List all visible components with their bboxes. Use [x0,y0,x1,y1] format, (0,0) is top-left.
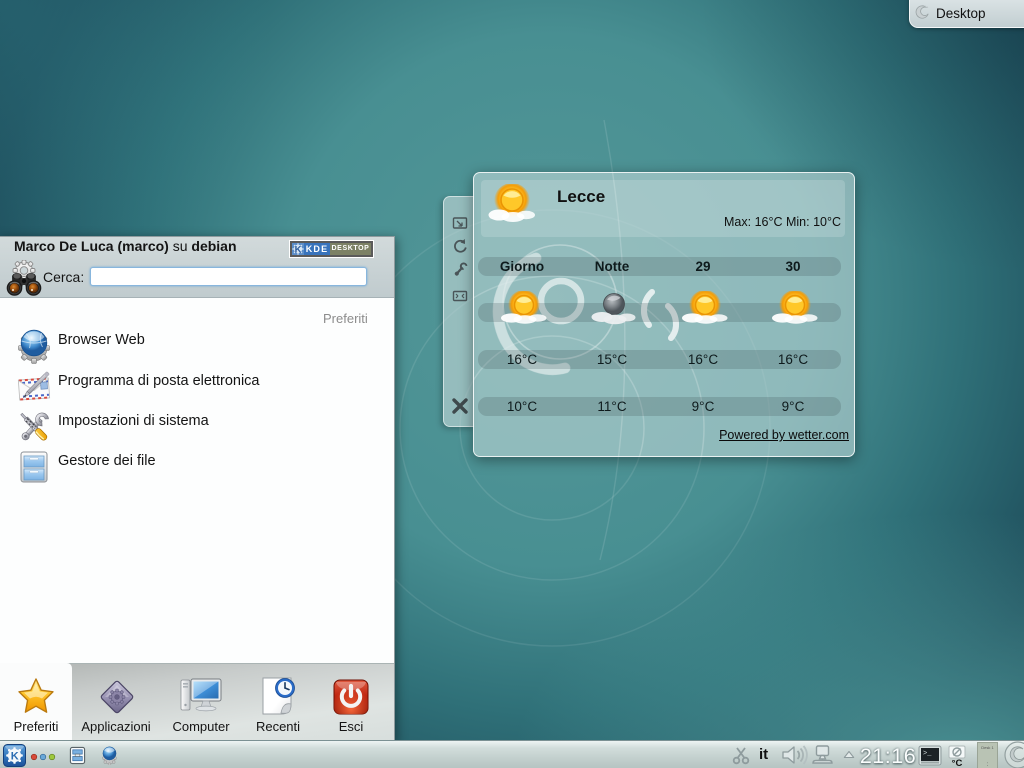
svg-text:K: K [295,244,302,255]
svg-text:K: K [11,751,19,763]
svg-text:>_: >_ [923,750,932,758]
